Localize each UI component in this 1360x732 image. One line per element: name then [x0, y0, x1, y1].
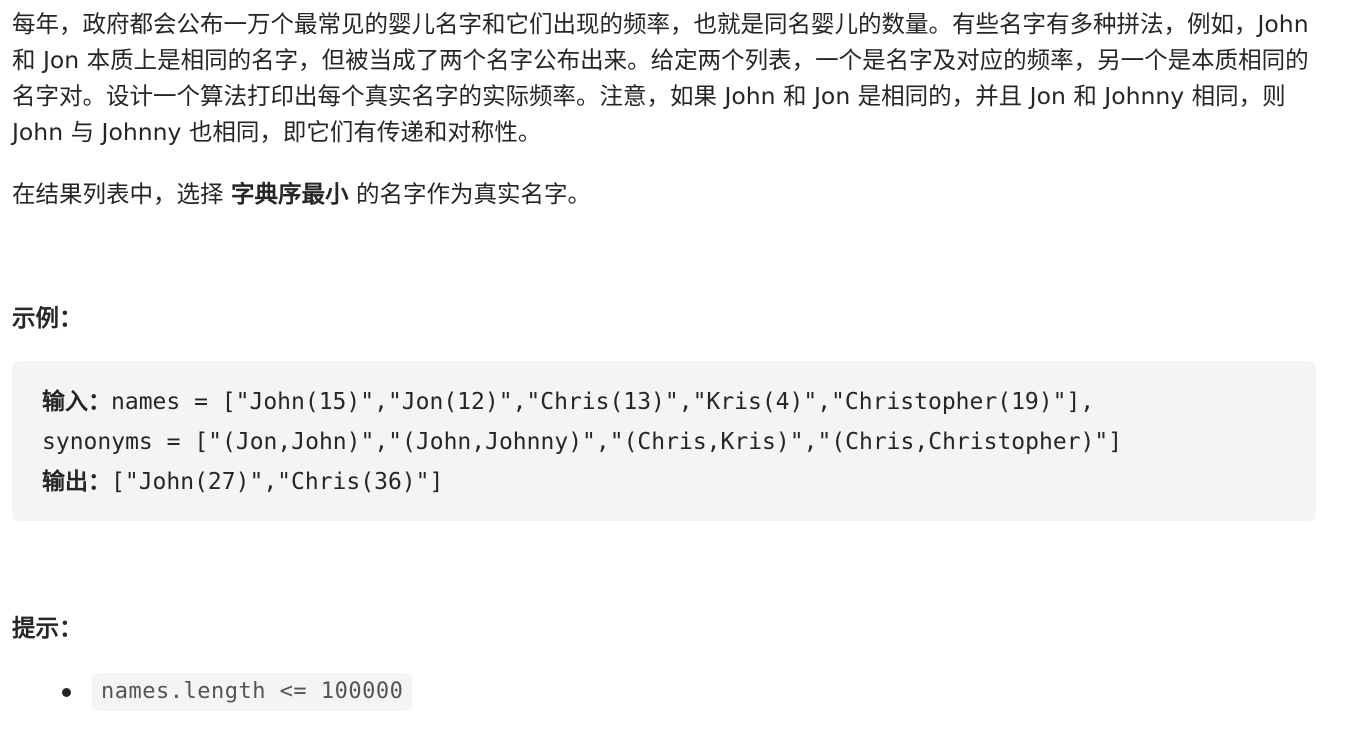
hint-constraint: names.length <= 100000 [92, 673, 413, 711]
hints-title: 提示： [12, 614, 83, 642]
output-label: 输出： [42, 469, 111, 495]
example-output-line: 输出：["John(27)","Chris(36)"] [42, 462, 1286, 502]
input-names: names = ["John(15)","Jon(12)","Chris(13)… [111, 389, 1095, 415]
rule-emphasis: 字典序最小 [230, 180, 349, 208]
hints-list: names.length <= 100000 [12, 672, 413, 712]
bullet-icon [62, 687, 71, 697]
hint-item: names.length <= 100000 [12, 672, 413, 712]
tie-break-rule: 在结果列表中，选择 字典序最小 的名字作为真实名字。 [12, 176, 1327, 212]
input-label: 输入： [42, 389, 111, 415]
example-title: 示例： [12, 304, 83, 332]
rule-suffix: 的名字作为真实名字。 [348, 180, 591, 208]
output-value: ["John(27)","Chris(36)"] [111, 469, 444, 495]
problem-description: 每年，政府都会公布一万个最常见的婴儿名字和它们出现的频率，也就是同名婴儿的数量。… [12, 10, 1309, 146]
problem-content: 每年，政府都会公布一万个最常见的婴儿名字和它们出现的频率，也就是同名婴儿的数量。… [12, 6, 1327, 711]
example-input-line1: 输入：names = ["John(15)","Jon(12)","Chris(… [42, 382, 1286, 422]
rule-prefix: 在结果列表中，选择 [12, 180, 231, 208]
example-code-block: 输入：names = ["John(15)","Jon(12)","Chris(… [12, 361, 1316, 521]
example-input-line2: synonyms = ["(Jon,John)","(John,Johnny)"… [42, 429, 1123, 455]
